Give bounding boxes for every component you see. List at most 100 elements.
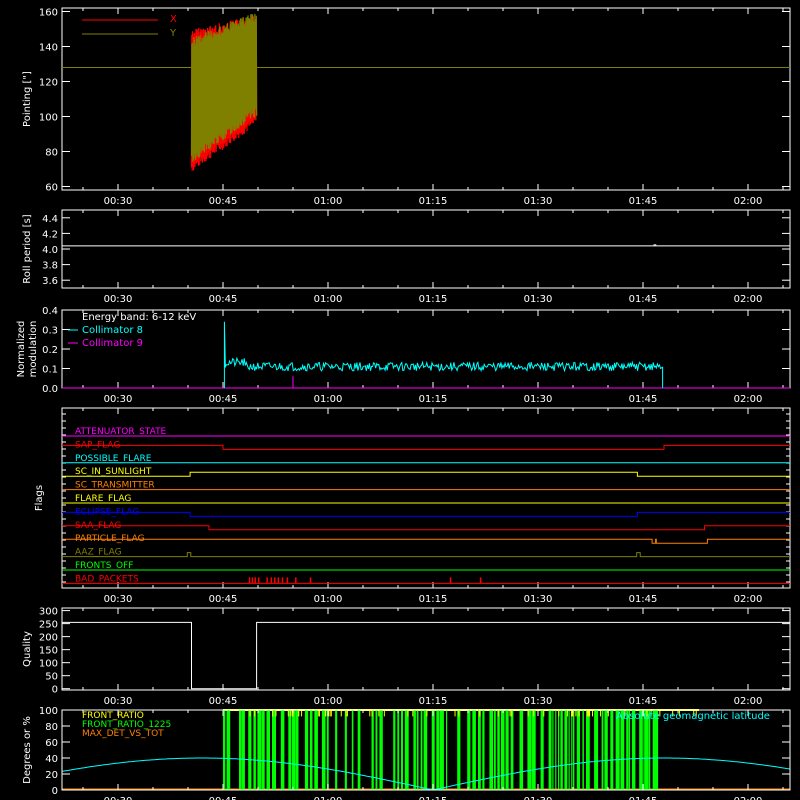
x-tick-label: 01:15 <box>419 594 448 605</box>
front-ratio-1225-bar <box>548 710 552 790</box>
front-ratio-1225-bar <box>420 710 423 790</box>
legend-label-c8: Collimator 8 <box>82 325 143 336</box>
y-tick-label: 4.0 <box>42 245 58 256</box>
front-ratio-1225-bar <box>288 710 292 790</box>
x-tick-label: 01:15 <box>419 294 448 305</box>
x-tick-label: 01:45 <box>629 196 658 207</box>
front-ratio-1225-bar <box>397 710 400 790</box>
front-ratio-1225-bar <box>472 710 476 790</box>
x-tick-label: 01:15 <box>419 696 448 707</box>
x-tick-label: 01:30 <box>524 394 553 405</box>
front-ratio-1225-bar <box>558 710 560 790</box>
roll-panel: 00:30 00:45 01:00 01:15 01:30 01:45 02:00 3.6 3.… <box>22 209 791 305</box>
x-tick-label: 00:45 <box>209 394 238 405</box>
plot-frame <box>61 209 791 289</box>
x-tick-label: 01:30 <box>524 294 553 305</box>
front-ratio-1225-bar <box>248 710 252 790</box>
x-tick-label: 01:45 <box>629 394 658 405</box>
x-tick-label: 01:30 <box>524 796 553 800</box>
y-tick-label: 200 <box>39 633 58 644</box>
collimator-8-line <box>223 321 664 388</box>
y-tick-label: 300 <box>39 607 58 618</box>
plot-frame <box>61 607 791 691</box>
y-tick-label: 80 <box>45 722 58 733</box>
x-tick-label: 01:00 <box>314 594 343 605</box>
modulation-panel: 00:30 00:45 01:00 01:15 01:30 01:45 02:00 0.0 0.… <box>16 306 791 405</box>
front-ratio-1225-bar <box>643 710 645 790</box>
plot-frame <box>61 407 791 589</box>
x-tick-label: 02:00 <box>734 796 763 800</box>
x-tick-label: 00:45 <box>209 594 238 605</box>
y-tick-label: 0.2 <box>42 345 58 356</box>
front-ratio-1225-bar <box>439 710 444 790</box>
flags-panel: 00:30 00:45 01:00 01:15 01:30 01:45 02:00 Flags… <box>34 407 791 605</box>
x-tick-label: 01:15 <box>419 394 448 405</box>
flag-line <box>62 444 790 450</box>
front-ratio-1225-bar <box>619 710 621 790</box>
x-tick-label: 01:45 <box>629 696 658 707</box>
front-ratio-1225-bar <box>295 710 299 790</box>
front-ratio-1225-bar <box>239 710 242 790</box>
y-tick-label: 50 <box>45 672 58 683</box>
y-tick-label: 0 <box>52 685 58 696</box>
front-ratio-1225-bar <box>261 710 265 790</box>
front-ratio-1225-bar <box>291 710 296 790</box>
x-tick-label: 00:45 <box>209 294 238 305</box>
y-tick-label: 3.6 <box>42 276 58 287</box>
y-tick-label: 0.0 <box>42 384 58 395</box>
front-ratio-1225-bar <box>416 710 419 790</box>
front-ratio-1225-bar <box>351 710 354 790</box>
x-tick-label: 00:30 <box>104 294 133 305</box>
y-tick-label: 160 <box>39 8 58 19</box>
front-ratio-1225-bar <box>280 710 285 790</box>
x-tick-label: 02:00 <box>734 696 763 707</box>
y-tick-label: 100 <box>39 659 58 670</box>
y-tick-label: 60 <box>45 183 58 194</box>
front-ratio-1225-bar <box>500 710 505 790</box>
front-ratio-1225-bar <box>610 710 614 790</box>
front-ratio-1225-bar <box>564 710 568 790</box>
front-ratio-1225-bar <box>493 710 496 790</box>
front-ratio-1225-bar <box>519 710 524 790</box>
y-tick-label: 60 <box>45 738 58 749</box>
x-tick-label: 00:30 <box>104 594 133 605</box>
y-tick-label: 0.3 <box>42 326 58 337</box>
front-ratio-1225-bar <box>436 710 440 790</box>
front-ratio-1225-bar <box>560 710 563 790</box>
geo-panel: 00:30 00:45 01:00 01:15 01:30 01:45 02:00 0 20 40… <box>22 706 791 800</box>
flag-line <box>62 552 790 558</box>
front-ratio-1225-bar <box>309 710 313 790</box>
front-ratio-1225-bar <box>423 710 428 790</box>
y-tick-label: 100 <box>39 113 58 124</box>
y-tick-label: 250 <box>39 620 58 631</box>
x-tick-label: 01:00 <box>314 394 343 405</box>
x-tick-label: 00:30 <box>104 696 133 707</box>
x-tick-label: 01:00 <box>314 796 343 800</box>
x-tick-label: 01:45 <box>629 796 658 800</box>
front-ratio-1225-bar <box>266 710 270 790</box>
x-tick-label: 01:30 <box>524 196 553 207</box>
front-ratio-1225-bar <box>573 710 575 790</box>
x-tick-label: 02:00 <box>734 594 763 605</box>
front-ratio-1225-bar <box>510 710 514 790</box>
front-ratio-1225-bar <box>621 710 625 790</box>
front-ratio-1225-bar <box>571 710 573 790</box>
front-ratio-1225-bar <box>594 710 599 790</box>
front-ratio-1225-bar <box>552 710 554 790</box>
front-ratio-1225-bar <box>652 710 657 790</box>
front-ratio-1225-bar <box>457 710 461 790</box>
figure: 00:30 00:45 01:00 01:15 01:30 01:45 02:00 60 80 1… <box>16 7 791 800</box>
front-ratio-1225-bar <box>626 710 629 790</box>
y-axis-label: Normalized <box>16 321 27 378</box>
front-ratio-1225-bar <box>648 710 651 790</box>
y-tick-label: 140 <box>39 43 58 54</box>
y-axis-label: Flags <box>34 485 45 511</box>
front-ratio-1225-bar <box>478 710 481 790</box>
front-ratio-1225-bar <box>615 710 620 790</box>
quality-panel: 00:30 00:45 01:00 01:15 01:30 01:45 02:00 0 50 10… <box>22 607 791 707</box>
legend-label-x: X <box>170 14 177 25</box>
front-ratio-1225-bar <box>582 710 584 790</box>
y-tick-label: 20 <box>45 770 58 781</box>
x-tick-label: 01:15 <box>419 196 448 207</box>
front-ratio-1225-bar <box>226 710 231 790</box>
